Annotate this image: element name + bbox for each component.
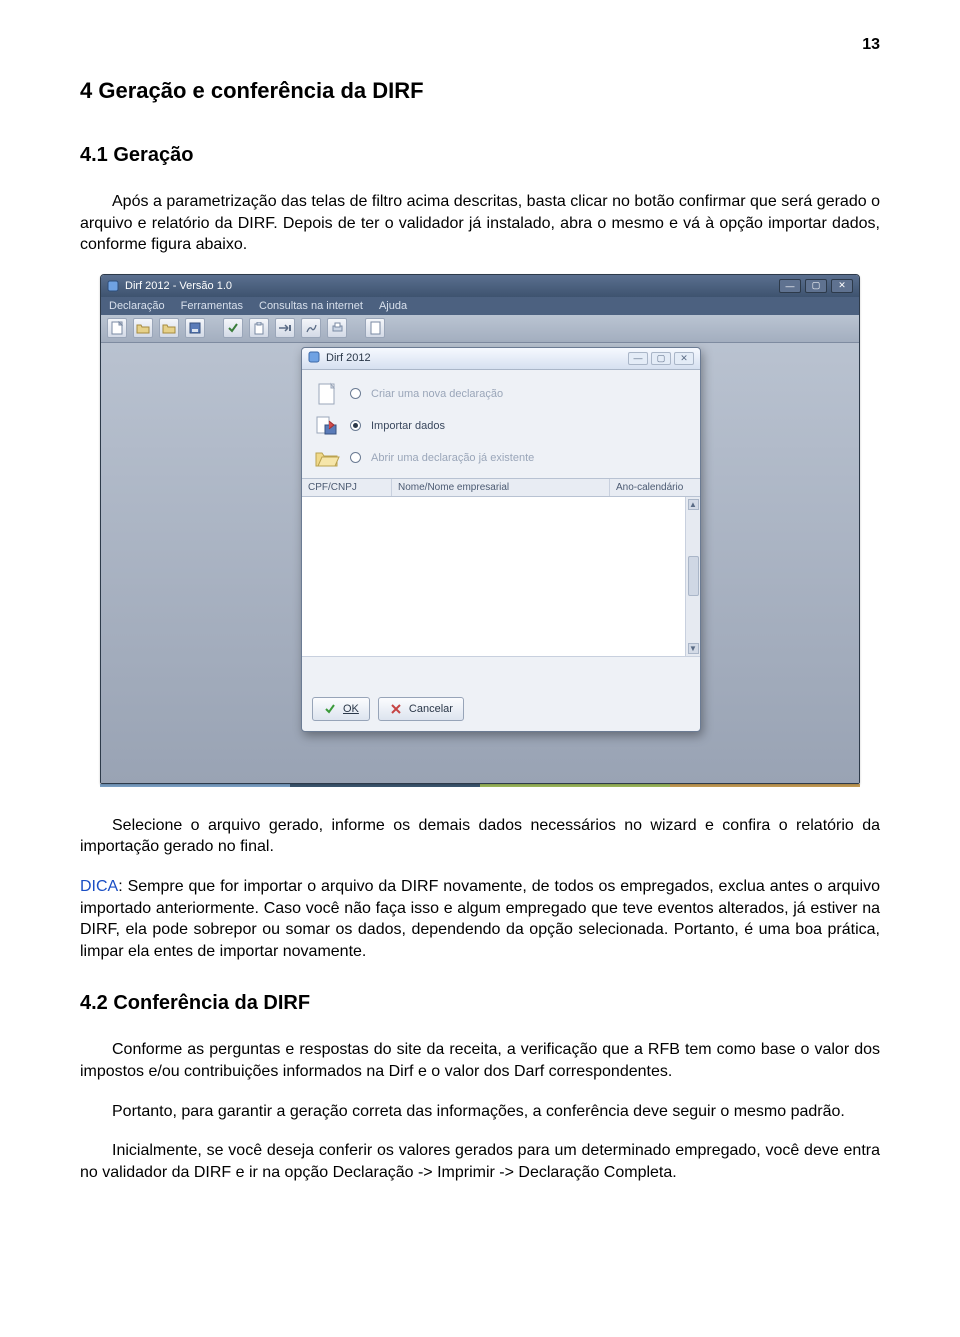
dialog-close-button[interactable]: ✕ — [674, 352, 694, 365]
menu-ajuda[interactable]: Ajuda — [379, 300, 407, 312]
toolbar — [101, 315, 859, 343]
dialog-options-group: Criar uma nova declaração Importar dados — [302, 370, 700, 478]
import-icon — [314, 413, 340, 439]
dialog-window-controls: — ▢ ✕ — [628, 352, 694, 365]
tip-label: DICA — [80, 878, 118, 895]
window-controls: — ▢ ✕ — [779, 279, 853, 293]
toolbar-sign-icon[interactable] — [301, 318, 321, 338]
heading-section-4-2: 4.2 Conferência da DIRF — [80, 992, 880, 1015]
dialog-minimize-button[interactable]: — — [628, 352, 648, 365]
document-page: 13 4 Geração e conferência da DIRF 4.1 G… — [0, 0, 960, 1241]
paragraph-42-c: Inicialmente, se você deseja conferir os… — [80, 1140, 880, 1183]
dialog-titlebar: Dirf 2012 — ▢ ✕ — [302, 348, 700, 370]
page-number: 13 — [80, 36, 880, 54]
toolbar-open-icon[interactable] — [133, 318, 153, 338]
ok-button[interactable]: OK — [312, 697, 370, 721]
radio-open[interactable] — [350, 452, 361, 463]
dialog-button-bar: OK Cancelar — [312, 697, 464, 721]
close-button[interactable]: ✕ — [831, 279, 853, 293]
dialog-title: Dirf 2012 — [326, 352, 371, 364]
tip-text: : Sempre que for importar o arquivo da D… — [80, 878, 880, 960]
toolbar-check-icon[interactable] — [223, 318, 243, 338]
grid-scrollbar[interactable]: ▲ ▼ — [685, 497, 700, 656]
col-cpf-cnpj: CPF/CNPJ — [302, 479, 392, 496]
minimize-button[interactable]: — — [779, 279, 801, 293]
decorative-strip — [100, 784, 860, 787]
toolbar-clipboard-icon[interactable] — [249, 318, 269, 338]
embedded-screenshot: Dirf 2012 - Versão 1.0 — ▢ ✕ Declaração … — [80, 274, 880, 787]
scroll-up-icon[interactable]: ▲ — [688, 499, 699, 510]
col-nome: Nome/Nome empresarial — [392, 479, 610, 496]
paragraph-geracao-intro: Após a parametrização das telas de filtr… — [80, 191, 880, 256]
col-ano: Ano-calendário — [610, 479, 700, 496]
app-icon — [107, 280, 119, 292]
toolbar-print-icon[interactable] — [327, 318, 347, 338]
tip-paragraph: DICA: Sempre que for importar o arquivo … — [80, 876, 880, 962]
app-title: Dirf 2012 - Versão 1.0 — [125, 280, 232, 292]
option-import-data[interactable]: Importar dados — [314, 410, 688, 442]
paragraph-42-b: Portanto, para garantir a geração corret… — [80, 1101, 880, 1123]
app-window: Dirf 2012 - Versão 1.0 — ▢ ✕ Declaração … — [100, 274, 860, 784]
option-import-label: Importar dados — [371, 420, 445, 432]
option-create-declaration[interactable]: Criar uma nova declaração — [314, 378, 688, 410]
dialog-app-icon — [308, 351, 320, 366]
paragraph-after-screenshot: Selecione o arquivo gerado, informe os d… — [80, 815, 880, 858]
cancel-icon — [389, 702, 403, 716]
heading-section-4: 4 Geração e conferência da DIRF — [80, 78, 880, 104]
check-icon — [323, 702, 337, 716]
app-titlebar: Dirf 2012 - Versão 1.0 — ▢ ✕ — [101, 275, 859, 297]
radio-import[interactable] — [350, 420, 361, 431]
app-client-area: Dirf 2012 — ▢ ✕ Cria — [101, 343, 859, 783]
option-open-existing[interactable]: Abrir uma declaração já existente — [314, 442, 688, 474]
radio-create[interactable] — [350, 388, 361, 399]
option-create-label: Criar uma nova declaração — [371, 388, 503, 400]
cancel-button[interactable]: Cancelar — [378, 697, 464, 721]
folder-open-icon — [314, 445, 340, 471]
toolbar-doc-icon[interactable] — [365, 318, 385, 338]
grid-body: ▲ ▼ — [302, 497, 700, 657]
dialog-maximize-button[interactable]: ▢ — [651, 352, 671, 365]
cancel-button-label: Cancelar — [409, 703, 453, 715]
scroll-down-icon[interactable]: ▼ — [688, 643, 699, 654]
maximize-button[interactable]: ▢ — [805, 279, 827, 293]
scroll-thumb[interactable] — [688, 556, 699, 596]
menu-declaracao[interactable]: Declaração — [109, 300, 165, 312]
paragraph-42-a: Conforme as perguntas e respostas do sit… — [80, 1039, 880, 1082]
ok-button-label: OK — [343, 703, 359, 715]
toolbar-transmit-icon[interactable] — [275, 318, 295, 338]
dialog-window: Dirf 2012 — ▢ ✕ Cria — [301, 347, 701, 732]
menu-bar: Declaração Ferramentas Consultas na inte… — [101, 297, 859, 315]
menu-consultas[interactable]: Consultas na internet — [259, 300, 363, 312]
option-open-label: Abrir uma declaração já existente — [371, 452, 534, 464]
menu-ferramentas[interactable]: Ferramentas — [181, 300, 243, 312]
document-icon — [314, 381, 340, 407]
heading-section-4-1: 4.1 Geração — [80, 144, 880, 167]
toolbar-open2-icon[interactable] — [159, 318, 179, 338]
toolbar-save-icon[interactable] — [185, 318, 205, 338]
toolbar-new-icon[interactable] — [107, 318, 127, 338]
grid-header: CPF/CNPJ Nome/Nome empresarial Ano-calen… — [302, 478, 700, 497]
